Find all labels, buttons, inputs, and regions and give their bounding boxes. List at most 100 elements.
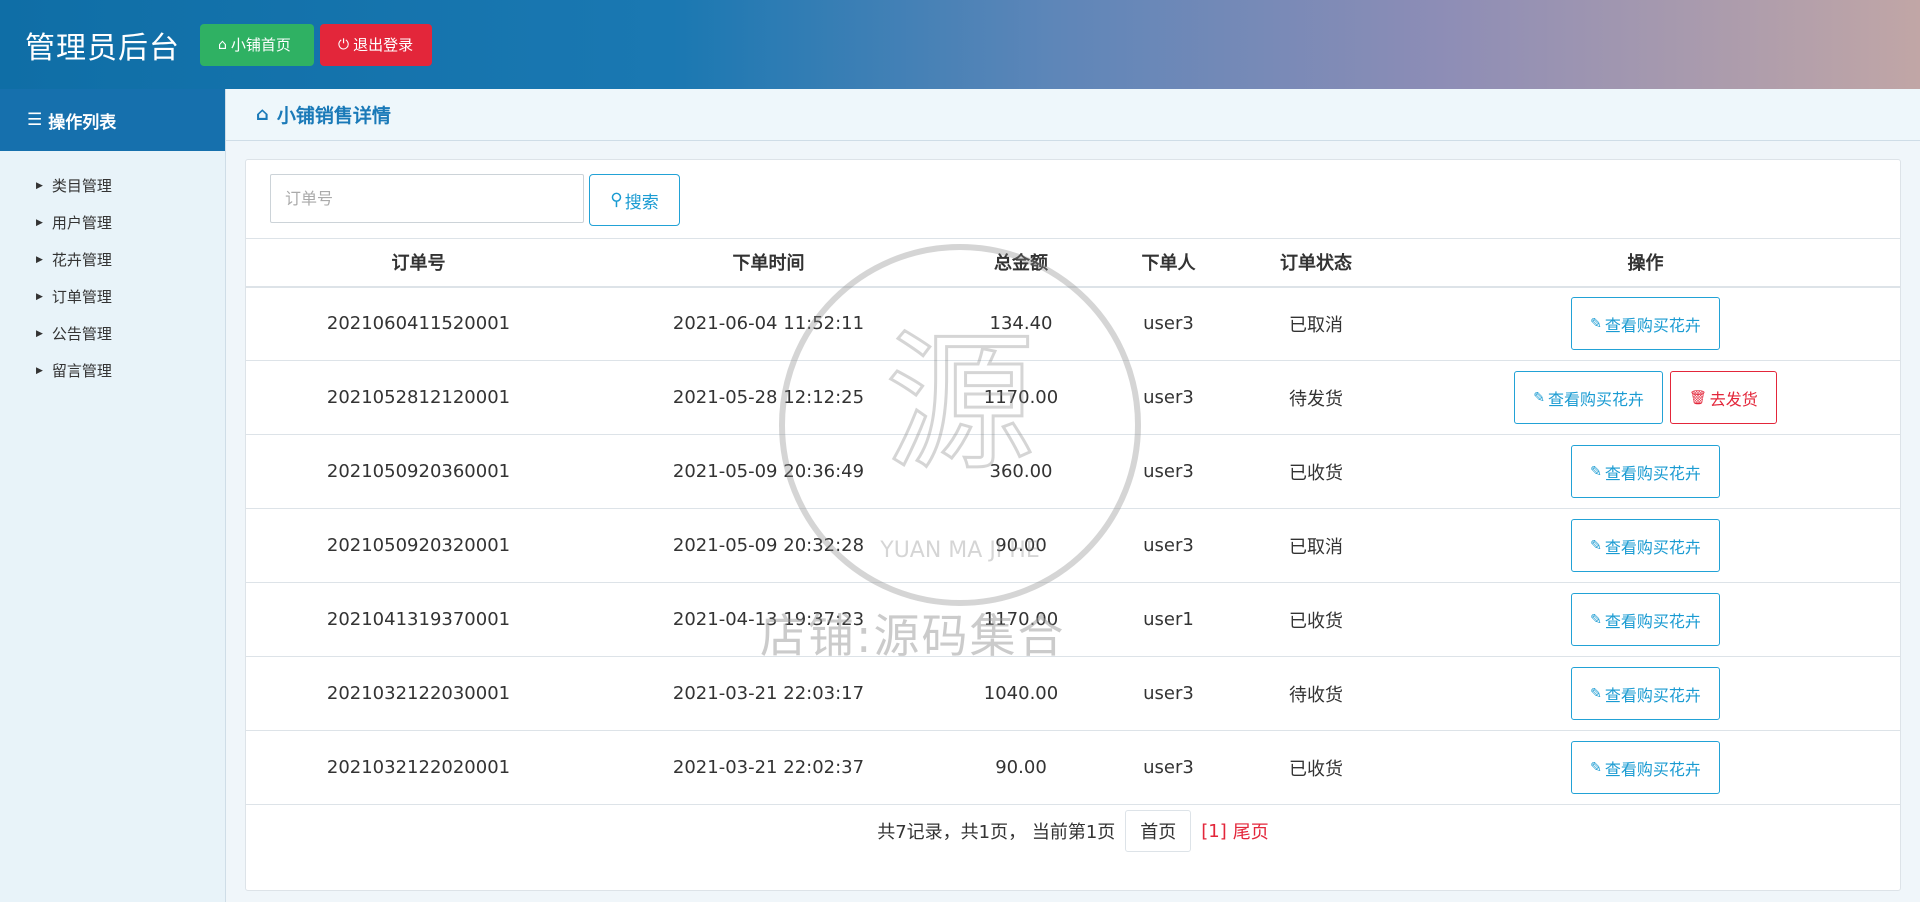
order-actions-cell: ✎ 查看购买花卉 <box>1391 508 1900 583</box>
order-time-cell: 2021-05-09 20:36:49 <box>591 434 946 509</box>
column-header: 总金额 <box>946 238 1096 288</box>
orders-table: 订单号 下单时间 总金额 下单人 订单状态 操作 202106041152000… <box>246 238 1900 805</box>
edit-icon: ✎ <box>1590 759 1602 776</box>
sidebar-item-label: 公告管理 <box>51 325 112 343</box>
order-id-cell: 2021041319370001 <box>246 582 591 657</box>
ship-button[interactable]: 🗑 去发货 <box>1669 371 1777 424</box>
sidebar-header: ☰ 操作列表 <box>0 89 225 151</box>
edit-icon: ✎ <box>1533 389 1545 406</box>
first-page-button[interactable]: 首页 <box>1125 810 1192 852</box>
view-flowers-label: 查看购买花卉 <box>1604 685 1701 705</box>
view-flowers-button[interactable]: ✎ 查看购买花卉 <box>1571 297 1720 351</box>
pagination: 共7记录，共1页， 当前第1页 首页 [1] 尾页 <box>246 807 1900 855</box>
column-header: 下单时间 <box>591 238 946 288</box>
view-flowers-label: 查看购买花卉 <box>1604 611 1701 631</box>
order-actions-cell: ✎ 查看购买花卉 <box>1391 582 1900 657</box>
order-amount-cell: 134.40 <box>946 286 1096 361</box>
sidebar-item-category[interactable]: ▶ 类目管理 <box>0 167 225 204</box>
order-user-cell: user1 <box>1096 582 1241 657</box>
sidebar-menu: ▶ 类目管理 ▶ 用户管理 ▶ 花卉管理 ▶ 订单管理 ▶ 公告管理 ▶ 留言管… <box>0 151 225 389</box>
caret-right-icon: ▶ <box>36 328 43 339</box>
order-id-cell: 2021052812120001 <box>246 360 591 435</box>
view-flowers-button[interactable]: ✎ 查看购买花卉 <box>1571 445 1720 498</box>
order-time-cell: 2021-05-09 20:32:28 <box>591 508 946 583</box>
view-flowers-label: 查看购买花卉 <box>1547 389 1644 409</box>
table-row: 2021060411520001 2021-06-04 11:52:11 134… <box>246 286 1900 361</box>
edit-icon: ✎ <box>1590 611 1602 628</box>
page-1-link[interactable]: [1] <box>1201 821 1227 842</box>
power-icon: ⏻ <box>338 36 350 53</box>
edit-icon: ✎ <box>1590 685 1602 702</box>
sidebar-item-flowers[interactable]: ▶ 花卉管理 <box>0 241 225 278</box>
table-row: 2021050920320001 2021-05-09 20:32:28 90.… <box>246 508 1900 583</box>
view-flowers-button[interactable]: ✎ 查看购买花卉 <box>1514 371 1663 424</box>
order-status-cell: 已收货 <box>1241 730 1391 805</box>
top-header: 管理员后台 ⌂ 小铺首页 ⏻ 退出登录 <box>0 0 1920 89</box>
table-row: 2021032122030001 2021-03-21 22:03:17 104… <box>246 656 1900 731</box>
page-title: 小铺销售详情 <box>276 105 391 127</box>
search-button-label: 搜索 <box>624 192 659 213</box>
view-flowers-button[interactable]: ✎ 查看购买花卉 <box>1571 741 1720 794</box>
column-header: 订单号 <box>246 238 591 288</box>
sidebar-item-label: 类目管理 <box>51 177 112 195</box>
edit-icon: ✎ <box>1590 315 1602 332</box>
order-actions-cell: ✎ 查看购买花卉 <box>1391 730 1900 805</box>
view-flowers-label: 查看购买花卉 <box>1604 537 1701 557</box>
search-icon: ⚲ <box>610 190 623 210</box>
trash-icon: 🗑 <box>1688 389 1707 406</box>
view-flowers-button[interactable]: ✎ 查看购买花卉 <box>1571 519 1720 572</box>
order-id-cell: 2021050920360001 <box>246 434 591 509</box>
order-id-cell: 2021032122020001 <box>246 730 591 805</box>
caret-right-icon: ▶ <box>36 180 43 191</box>
order-amount-cell: 90.00 <box>946 508 1096 583</box>
order-amount-cell: 1170.00 <box>946 582 1096 657</box>
shop-home-button[interactable]: ⌂ 小铺首页 <box>200 23 314 66</box>
last-page-link[interactable]: 尾页 <box>1233 818 1269 844</box>
search-bar: ⚲ 搜索 <box>270 174 680 226</box>
logout-button[interactable]: ⏻ 退出登录 <box>320 23 432 66</box>
sidebar: ☰ 操作列表 ▶ 类目管理 ▶ 用户管理 ▶ 花卉管理 ▶ 订单管理 ▶ 公告管… <box>0 89 226 902</box>
sidebar-item-notices[interactable]: ▶ 公告管理 <box>0 315 225 352</box>
order-time-cell: 2021-05-28 12:12:25 <box>591 360 946 435</box>
order-actions-cell: ✎ 查看购买花卉 <box>1391 434 1900 509</box>
order-actions-cell: ✎ 查看购买花卉 <box>1391 286 1900 361</box>
order-status-cell: 待收货 <box>1241 656 1391 731</box>
sidebar-item-messages[interactable]: ▶ 留言管理 <box>0 352 225 389</box>
view-flowers-button[interactable]: ✎ 查看购买花卉 <box>1571 593 1720 646</box>
caret-right-icon: ▶ <box>36 254 43 265</box>
order-user-cell: user3 <box>1096 656 1241 731</box>
order-user-cell: user3 <box>1096 508 1241 583</box>
sidebar-item-label: 留言管理 <box>51 362 112 380</box>
order-actions-cell: ✎ 查看购买花卉 🗑 去发货 <box>1391 360 1900 435</box>
column-header: 下单人 <box>1096 238 1241 288</box>
order-status-cell: 已取消 <box>1241 508 1391 583</box>
home-icon: ⌂ <box>256 104 269 125</box>
edit-icon: ✎ <box>1590 463 1602 480</box>
shop-home-label: 小铺首页 <box>230 36 291 54</box>
search-button[interactable]: ⚲ 搜索 <box>589 174 680 226</box>
sidebar-item-orders[interactable]: ▶ 订单管理 <box>0 278 225 315</box>
caret-right-icon: ▶ <box>36 291 43 302</box>
pagination-summary: 共7记录，共1页， 当前第1页 <box>877 822 1116 843</box>
order-status-cell: 已取消 <box>1241 286 1391 361</box>
order-time-cell: 2021-03-21 22:03:17 <box>591 656 946 731</box>
order-status-cell: 已收货 <box>1241 582 1391 657</box>
order-time-cell: 2021-03-21 22:02:37 <box>591 730 946 805</box>
order-number-input[interactable] <box>270 174 584 223</box>
view-flowers-label: 查看购买花卉 <box>1604 463 1701 483</box>
edit-icon: ✎ <box>1590 537 1602 554</box>
column-header: 订单状态 <box>1241 238 1391 288</box>
order-time-cell: 2021-04-13 19:37:23 <box>591 582 946 657</box>
view-flowers-button[interactable]: ✎ 查看购买花卉 <box>1571 667 1720 720</box>
table-row: 2021050920360001 2021-05-09 20:36:49 360… <box>246 434 1900 509</box>
sidebar-item-users[interactable]: ▶ 用户管理 <box>0 204 225 241</box>
sidebar-title: 操作列表 <box>48 112 117 133</box>
order-user-cell: user3 <box>1096 360 1241 435</box>
table-row: 2021041319370001 2021-04-13 19:37:23 117… <box>246 582 1900 657</box>
caret-right-icon: ▶ <box>36 365 43 376</box>
list-icon: ☰ <box>27 110 43 130</box>
home-icon: ⌂ <box>218 36 227 53</box>
order-user-cell: user3 <box>1096 730 1241 805</box>
order-amount-cell: 90.00 <box>946 730 1096 805</box>
sidebar-item-label: 花卉管理 <box>51 251 112 269</box>
